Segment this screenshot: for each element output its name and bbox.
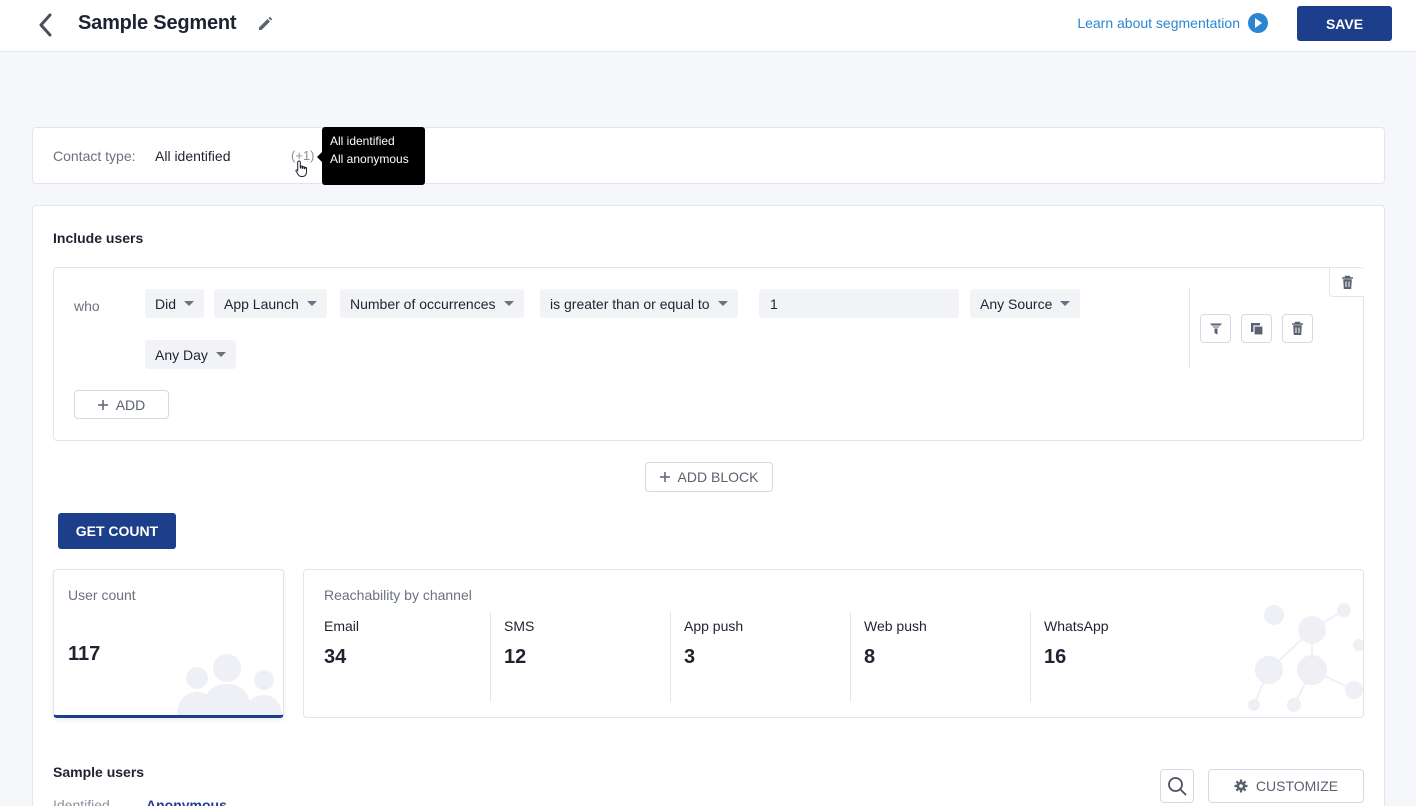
copy-icon	[1250, 322, 1264, 336]
plus-icon	[97, 399, 108, 410]
event-dropdown[interactable]: App Launch	[214, 289, 327, 318]
caret-down-icon	[184, 301, 195, 306]
channel-app-push: App push 3	[684, 612, 864, 702]
add-block-button[interactable]: ADD BLOCK	[645, 462, 773, 492]
rule-block: who Did App Launch Number of occurrences…	[53, 267, 1364, 441]
did-dropdown[interactable]: Did	[145, 289, 205, 318]
reachability-title: Reachability by channel	[324, 587, 472, 603]
learn-link-label: Learn about segmentation	[1077, 15, 1240, 31]
metric-dropdown[interactable]: Number of occurrences	[340, 289, 524, 318]
channel-value: 34	[324, 646, 347, 668]
divider	[1189, 288, 1190, 368]
page-title: Sample Segment	[78, 12, 237, 34]
caret-down-icon	[215, 352, 226, 357]
source-dropdown[interactable]: Any Source	[970, 289, 1081, 318]
operator-dropdown-label: is greater than or equal to	[550, 295, 710, 312]
tooltip-item: All identified	[330, 134, 395, 148]
day-dropdown[interactable]: Any Day	[145, 340, 236, 369]
top-bar: Sample Segment Learn about segmentation …	[0, 0, 1416, 52]
channel-name: Web push	[864, 618, 927, 634]
hand-cursor-icon	[295, 160, 309, 183]
caret-down-icon	[503, 301, 514, 306]
channel-sms: SMS 12	[504, 612, 684, 702]
tab-anonymous[interactable]: Anonymous	[146, 797, 227, 806]
people-group-icon	[172, 648, 282, 715]
day-dropdown-label: Any Day	[155, 346, 208, 363]
divider	[850, 612, 851, 702]
sample-users-title: Sample users	[53, 764, 145, 780]
network-illustration-icon	[1234, 590, 1363, 717]
divider	[490, 612, 491, 702]
channel-name: Email	[324, 618, 360, 634]
operator-dropdown[interactable]: is greater than or equal to	[540, 289, 738, 318]
gear-icon	[1234, 779, 1248, 793]
duplicate-button[interactable]	[1241, 314, 1272, 343]
did-dropdown-label: Did	[155, 295, 177, 312]
event-dropdown-label: App Launch	[224, 295, 299, 312]
caret-down-icon	[306, 301, 317, 306]
include-users-title: Include users	[53, 230, 144, 246]
who-label: who	[74, 298, 100, 314]
divider	[670, 612, 671, 702]
contact-type-card: Contact type: All identified (+1)	[32, 127, 1385, 184]
channel-web-push: Web push 8	[864, 612, 1044, 702]
play-icon	[1248, 13, 1268, 33]
filter-icon	[1209, 323, 1222, 334]
channel-whatsapp: WhatsApp 16	[1044, 612, 1224, 702]
search-button[interactable]	[1160, 769, 1194, 803]
user-count-label: User count	[68, 587, 136, 603]
tab-identified[interactable]: Identified	[53, 797, 110, 806]
add-condition-label: ADD	[115, 396, 146, 413]
channel-value: 8	[864, 646, 876, 668]
caret-down-icon	[717, 301, 728, 306]
channel-value: 3	[684, 646, 696, 668]
channel-email: Email 34	[324, 612, 504, 702]
user-count-value: 117	[68, 643, 101, 665]
delete-condition-button[interactable]	[1282, 314, 1313, 343]
channel-name: SMS	[504, 618, 535, 634]
occurrence-value-input[interactable]	[759, 289, 959, 318]
back-icon[interactable]	[30, 10, 60, 40]
include-users-card: Include users who Did App Launch Number …	[32, 205, 1385, 806]
tooltip-item: All anonymous	[330, 152, 409, 166]
divider	[1030, 612, 1031, 702]
channel-value: 12	[504, 646, 527, 668]
customize-label: CUSTOMIZE	[1255, 778, 1339, 794]
metric-dropdown-label: Number of occurrences	[350, 295, 496, 312]
add-condition-button[interactable]: ADD	[74, 390, 169, 419]
contact-type-label: Contact type:	[53, 148, 136, 164]
save-button[interactable]: SAVE	[1297, 6, 1392, 41]
learn-segmentation-link[interactable]: Learn about segmentation	[1077, 13, 1268, 33]
search-icon	[1168, 777, 1187, 796]
user-count-card: User count 117	[53, 569, 284, 718]
add-block-label: ADD BLOCK	[677, 469, 759, 485]
channel-name: App push	[684, 618, 744, 634]
get-count-button[interactable]: GET COUNT	[58, 513, 176, 549]
contact-type-value[interactable]: All identified	[155, 148, 231, 164]
trash-icon	[1341, 275, 1353, 289]
customize-button[interactable]: CUSTOMIZE	[1208, 769, 1364, 803]
edit-pencil-icon[interactable]	[254, 12, 276, 34]
delete-block-button[interactable]	[1329, 268, 1364, 297]
source-dropdown-label: Any Source	[980, 295, 1053, 312]
contact-type-tooltip: All identified All anonymous	[317, 127, 425, 185]
trash-icon	[1292, 321, 1303, 335]
plus-icon	[659, 472, 670, 482]
filter-button[interactable]	[1200, 314, 1231, 343]
channel-value: 16	[1044, 646, 1067, 668]
caret-down-icon	[1060, 301, 1071, 306]
reachability-card: Reachability by channel Email 34 SMS 12 …	[303, 569, 1364, 718]
channel-name: WhatsApp	[1044, 618, 1109, 634]
